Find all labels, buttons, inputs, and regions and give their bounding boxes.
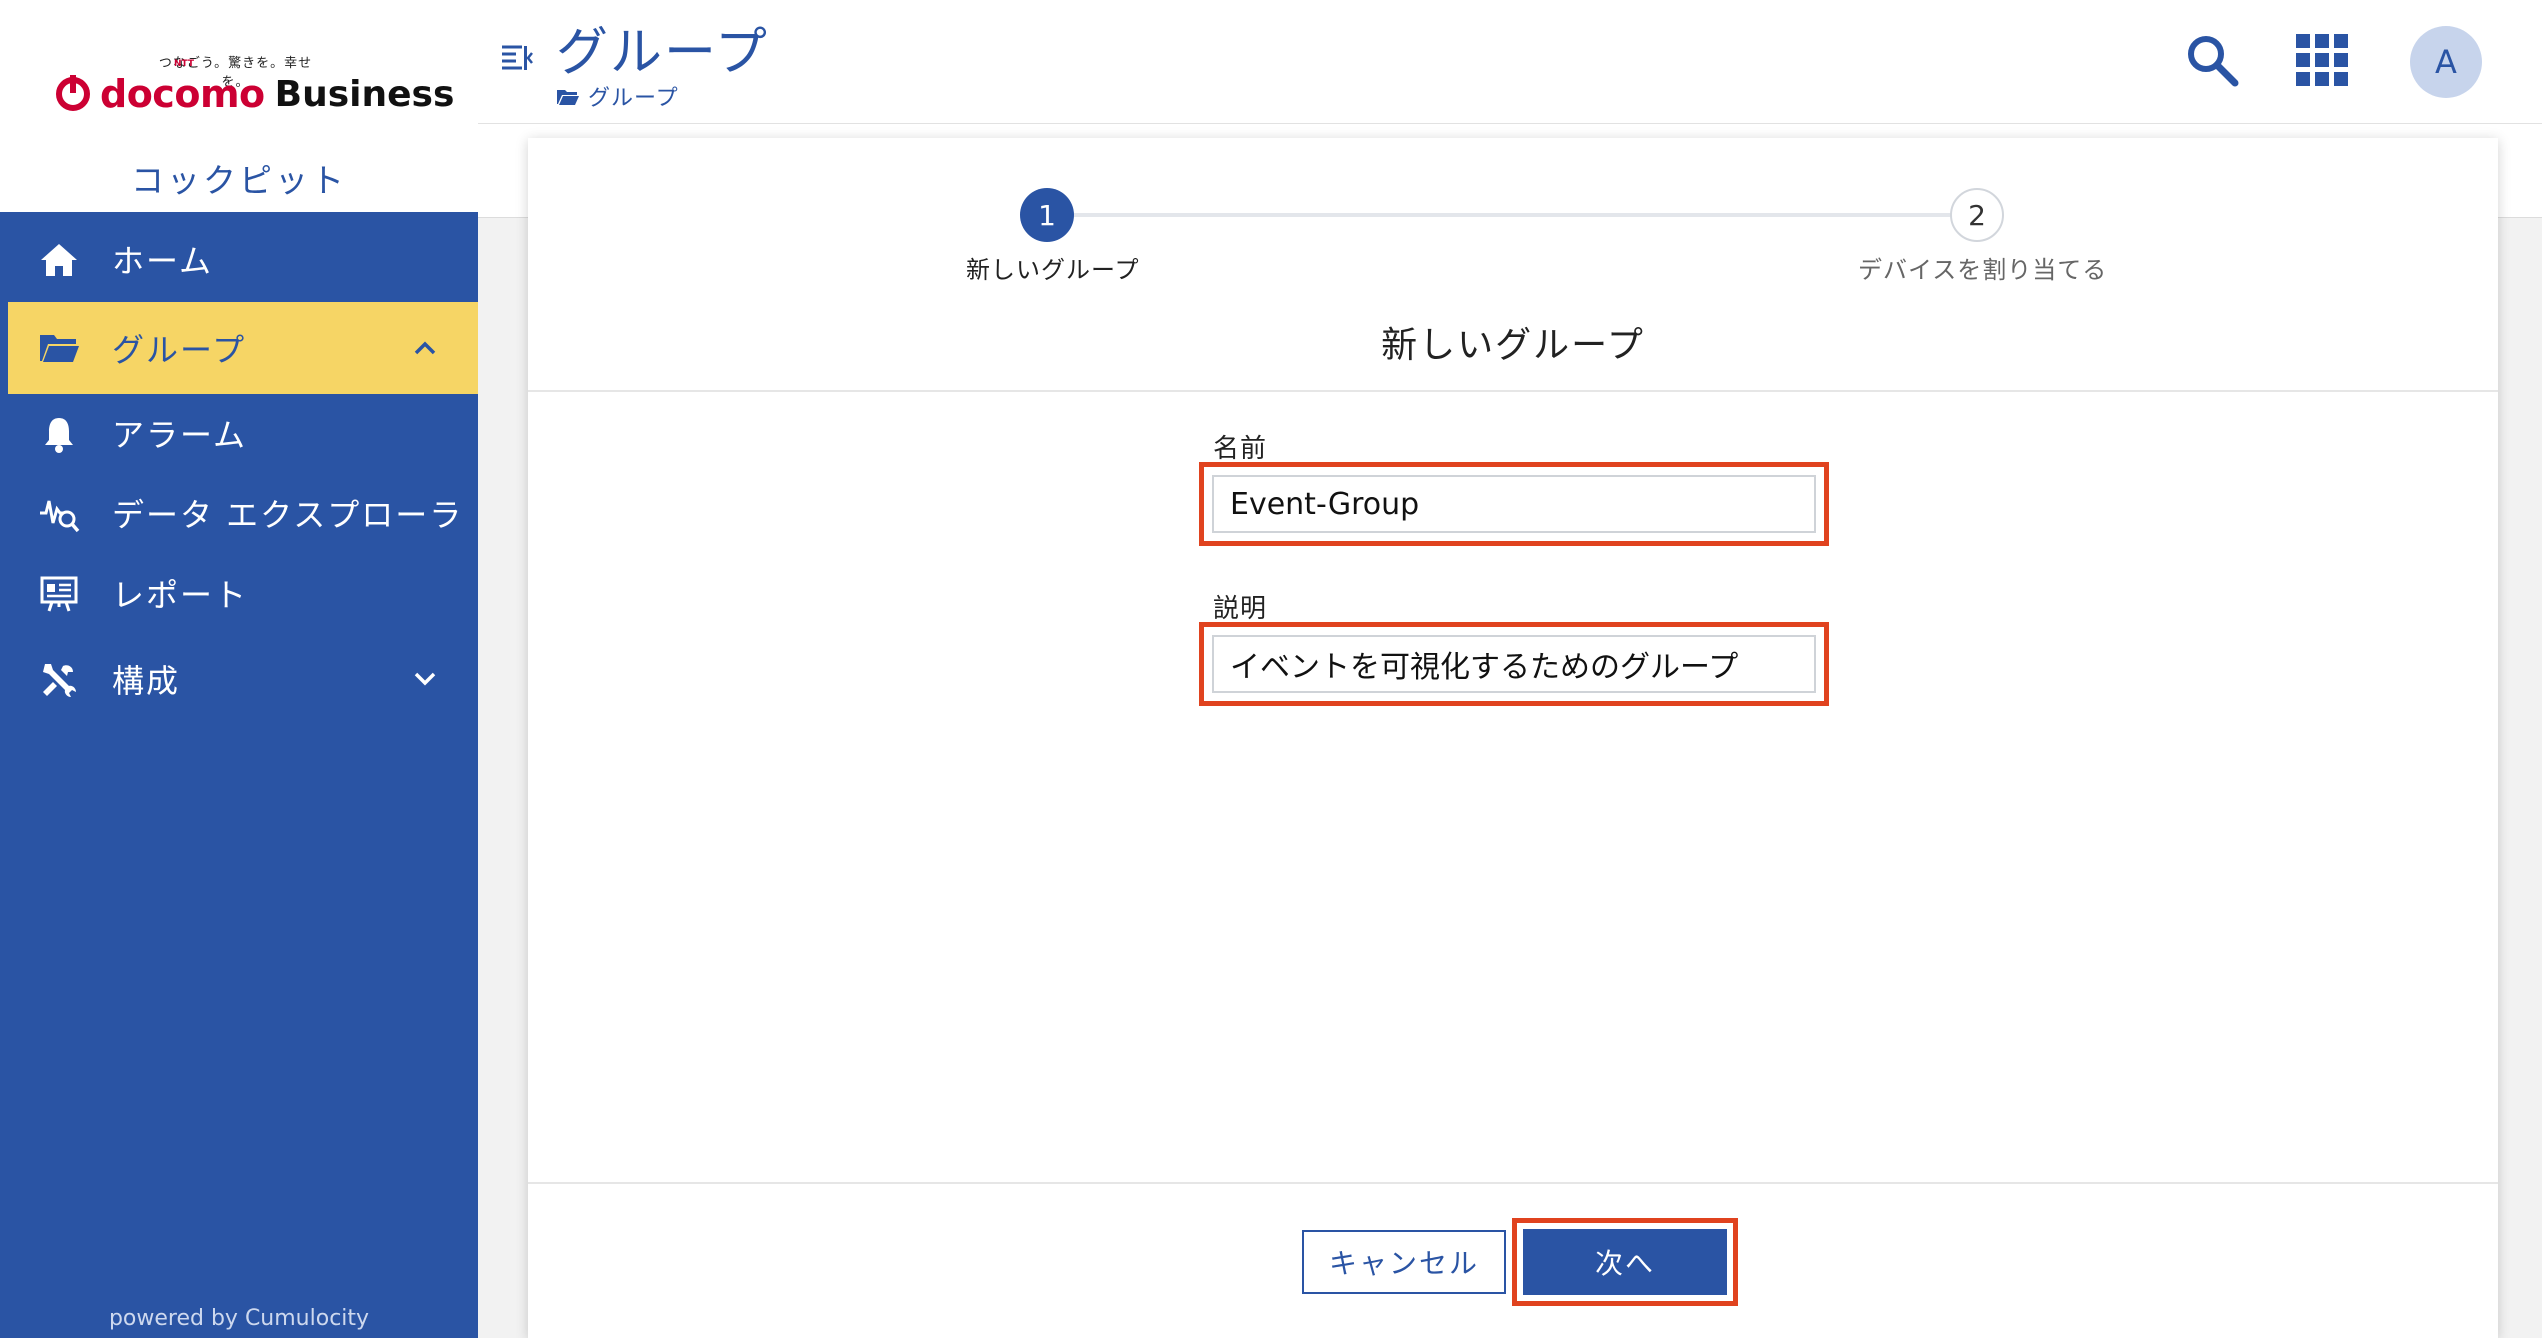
sidebar-item-groups[interactable]: グループ: [8, 302, 478, 394]
sidebar-item-home[interactable]: ホーム: [0, 218, 478, 300]
next-button-highlight: 次へ: [1512, 1218, 1738, 1306]
name-input[interactable]: Event-Group: [1212, 475, 1816, 533]
description-input[interactable]: イベントを可視化するためのグループ: [1212, 635, 1816, 693]
chevron-up-icon[interactable]: [412, 335, 438, 361]
sidebar-item-label: ホーム: [112, 242, 214, 280]
divider: [528, 390, 2498, 392]
docomo-logo-mark-icon: [56, 75, 90, 111]
sidebar-item-reports[interactable]: レポート: [0, 552, 478, 634]
logo-sub-text: Business: [274, 73, 455, 115]
sidebar-item-configuration[interactable]: 構成: [0, 638, 478, 720]
step-2-indicator: 2: [1950, 188, 2004, 242]
sidebar-collapse-icon[interactable]: [500, 44, 534, 74]
new-group-wizard-modal: 1 2 新しいグループ デバイスを割り当てる 新しいグループ 名前 Event-…: [528, 138, 2498, 1338]
logo-main-text: docomo: [100, 72, 265, 116]
bell-icon: [38, 416, 80, 453]
step-1-label: 新しいグループ: [966, 256, 1140, 284]
breadcrumb: グループ: [556, 80, 679, 112]
name-field-highlight: Event-Group: [1199, 462, 1829, 546]
user-avatar[interactable]: A: [2410, 26, 2482, 98]
sidebar-item-label: 構成: [112, 662, 181, 700]
powered-by-text: powered by Cumulocity: [108, 1306, 370, 1331]
sidebar-item-label: アラーム: [112, 416, 248, 454]
name-field-label: 名前: [1213, 434, 1268, 464]
divider: [528, 1182, 2498, 1184]
folder-open-icon: [38, 330, 80, 366]
sidebar-item-alarms[interactable]: アラーム: [0, 392, 478, 474]
sidebar-item-label: グループ: [112, 331, 247, 369]
brand-area: つなごう。驚きを。幸せを。 NTT docomo Business コックピット: [0, 0, 478, 212]
cancel-button[interactable]: キャンセル: [1302, 1230, 1506, 1294]
description-field-label: 説明: [1213, 594, 1268, 624]
chevron-down-icon[interactable]: [412, 666, 438, 692]
app-root: つなごう。驚きを。幸せを。 NTT docomo Business コックピット…: [0, 0, 2542, 1338]
sidebar-item-label: データ エクスプローラ: [112, 496, 464, 534]
top-header: グループ グループ A: [478, 0, 2542, 124]
step-2-label: デバイスを割り当てる: [1858, 256, 2108, 284]
search-icon[interactable]: [2180, 28, 2244, 92]
breadcrumb-item[interactable]: グループ: [588, 80, 679, 112]
report-icon: [38, 576, 80, 612]
step-1-indicator: 1: [1020, 188, 1074, 242]
stepper-track: [1046, 213, 1976, 217]
app-name: コックピット: [131, 161, 347, 200]
modal-title: 新しいグループ: [1381, 325, 1645, 366]
home-icon: [38, 242, 80, 278]
sidebar: つなごう。驚きを。幸せを。 NTT docomo Business コックピット…: [0, 0, 478, 1338]
folder-open-icon: [556, 87, 580, 105]
logo-ntt-text: NTT: [174, 59, 195, 69]
wrench-icon: [38, 662, 80, 698]
page-title: グループ: [556, 23, 769, 83]
next-button[interactable]: 次へ: [1523, 1229, 1727, 1295]
app-switcher-grid-icon[interactable]: [2290, 28, 2354, 92]
sidebar-item-data-explorer[interactable]: データ エクスプローラ: [0, 472, 478, 554]
sidebar-item-label: レポート: [112, 576, 249, 614]
docomo-business-logo[interactable]: NTT docomo Business: [56, 59, 455, 116]
data-explorer-icon: [38, 496, 80, 533]
description-field-highlight: イベントを可視化するためのグループ: [1199, 622, 1829, 706]
